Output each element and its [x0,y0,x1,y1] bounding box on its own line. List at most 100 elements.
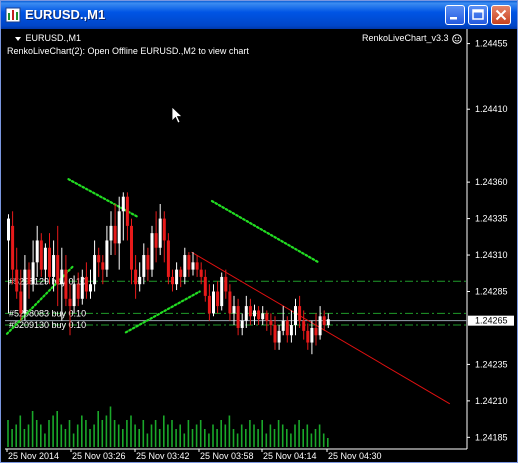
bull-candle [232,306,236,314]
bear-candle [154,233,158,248]
bull-candle [277,330,281,343]
bull-candle [35,240,39,263]
bear-candle [322,316,326,326]
bull-candle [109,225,113,241]
bull-candle [212,291,215,314]
bull-candle [7,218,10,241]
dropdown-triangle-icon [15,36,21,41]
time-tick-label: 25 Nov 03:42 [136,451,190,460]
bear-candle [228,291,232,314]
chart-area[interactable]: 1.24455 1.24410 1.24360 1.24335 1.24310 1.242… [5,29,515,460]
bull-candle [150,233,154,270]
time-tick-label: 25 Nov 03:26 [72,451,126,460]
bear-candle [97,255,101,263]
bear-candle [11,225,15,270]
bear-candle [199,269,203,277]
bull-candle [23,269,27,314]
bear-candle [179,269,183,277]
bear-candle [15,269,19,292]
bull-candle [183,255,187,277]
bear-candle [224,276,228,292]
terminal-window: EURUSD.,M1 1.24455 1.24410 1.24360 1.24335 1… [0,0,518,463]
maximize-icon [472,9,484,20]
bear-candle [302,320,306,331]
bear-candle [203,276,207,296]
bear-candle [314,327,318,336]
minimize-icon [450,17,457,20]
maximize-button[interactable] [468,5,488,25]
price-tick-label: 1.24285 [475,287,508,297]
bull-candle [80,276,84,299]
bear-candle [166,240,170,277]
bear-candle [64,269,68,299]
bear-candle [273,325,277,343]
bull-candle [310,327,314,343]
bear-candle [27,269,31,285]
window-title: EURUSD.,M1 [25,7,106,22]
time-tick-label: 25 Nov 03:58 [200,451,254,460]
bear-candle [236,306,240,328]
bear-candle [285,320,289,336]
price-chart[interactable]: 1.24455 1.24410 1.24360 1.24335 1.24310 1.242… [5,29,515,460]
indicator-info-label: RenkoLiveChart(2): Open Offline EURUSD.,… [7,46,249,56]
indicator-version-label: RenkoLiveChart_v3.3 [362,33,449,43]
price-tick-label: 1.24310 [475,250,508,260]
bear-candle [134,269,138,285]
bull-candle [294,306,297,326]
price-tick-label: 1.24360 [475,177,508,187]
bear-candle [187,255,191,270]
bull-candle [43,247,47,270]
bull-candle [326,319,330,326]
bear-candle [171,276,174,285]
time-tick-label: 25 Nov 2014 [8,451,59,460]
title-bar[interactable]: EURUSD.,M1 [1,1,517,29]
chart-symbol-text: EURUSD.,M1 [25,33,82,43]
bear-candle [162,218,166,241]
bull-candle [253,310,256,317]
price-tick-label: 1.24410 [475,104,508,114]
bear-candle [101,262,105,270]
bear-candle [269,320,273,326]
bull-candle [281,320,285,331]
smiley-icon[interactable] [452,34,462,44]
minimize-button[interactable] [445,5,465,25]
bear-candle [207,295,211,314]
close-button[interactable] [491,5,511,25]
bear-candle [76,284,80,299]
chart-app-icon [5,7,21,23]
bull-candle [142,255,146,277]
bull-candle [52,255,56,277]
bear-candle [130,225,133,270]
mouse-cursor-icon [171,106,184,124]
bull-candle [158,218,162,248]
bull-candle [289,325,293,336]
bull-candle [121,196,125,212]
price-tick-label: 1.24455 [475,39,508,49]
bear-candle [125,196,129,226]
bear-candle [216,291,220,307]
bull-candle [191,262,195,270]
indicator-dotted-line [124,290,201,334]
price-tick-label: 1.24335 [475,214,508,224]
bear-candle [56,255,60,285]
bull-candle [244,306,248,321]
bull-candle [89,284,92,292]
indicator-dotted-line [210,199,320,264]
bull-candle [261,313,265,320]
bull-candle [138,276,142,285]
bear-candle [195,262,199,270]
bull-candle [105,240,109,270]
bear-candle [257,310,261,320]
order-label: #5209130 buy 0.10 [9,320,86,330]
bear-candle [248,306,252,317]
time-tick-label: 25 Nov 04:14 [263,451,317,460]
bull-candle [240,320,244,328]
bull-candle [318,316,322,336]
bear-candle [48,247,51,277]
current-price-label: 1.24265 [475,316,508,326]
bull-candle [60,269,64,285]
bull-candle [117,211,121,244]
bear-candle [39,240,43,270]
price-tick-label: 1.24235 [475,359,508,369]
price-tick-label: 1.24210 [475,396,508,406]
